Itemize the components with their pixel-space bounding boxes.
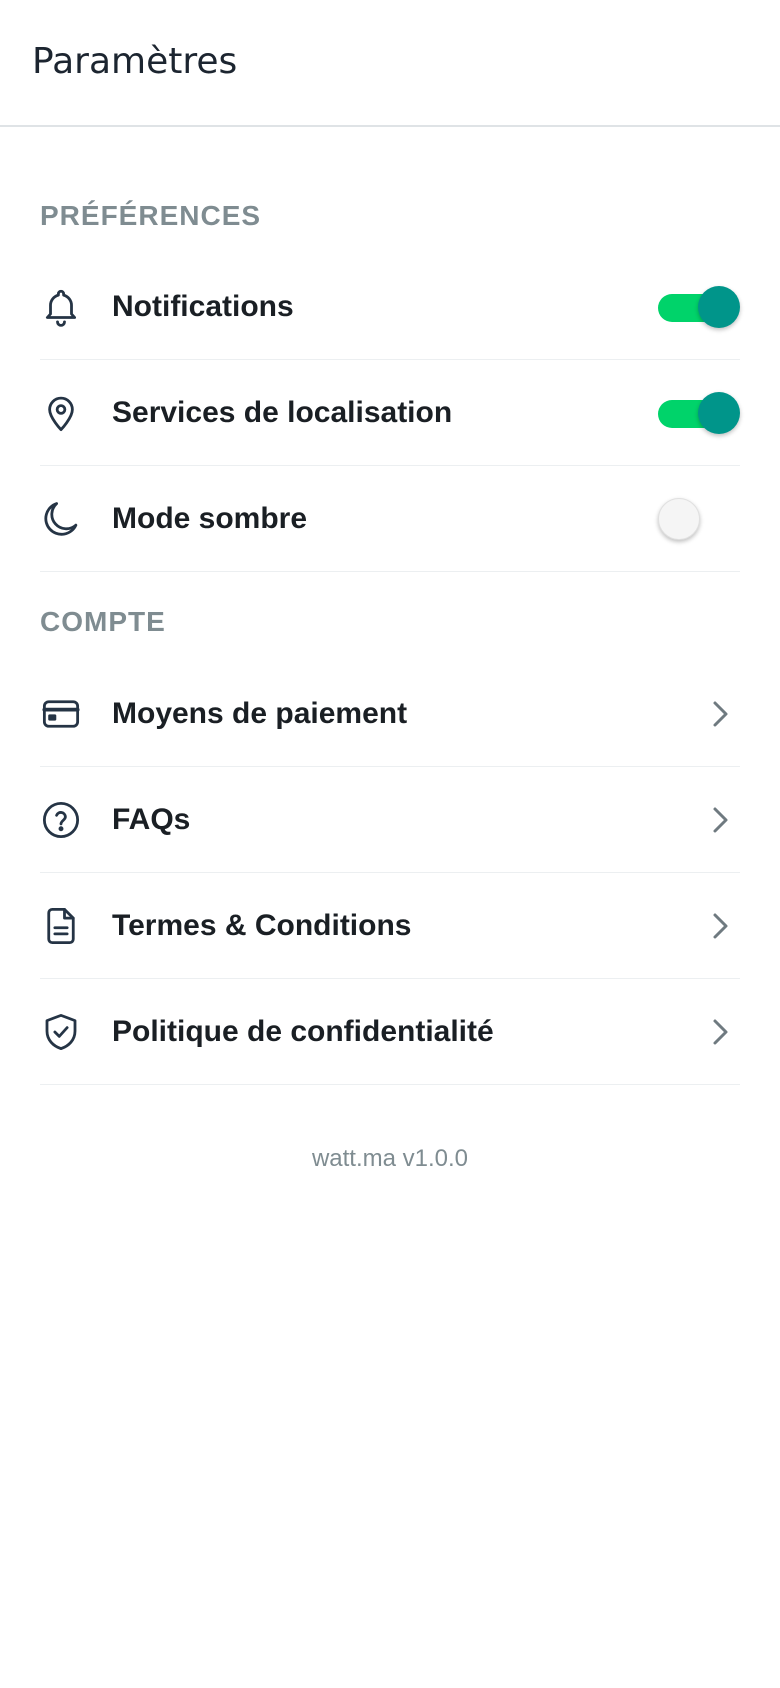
bell-icon [40,286,82,328]
location-toggle[interactable] [658,391,740,435]
toggle-knob [658,497,700,540]
account-row-terms[interactable]: Termes & Conditions [40,873,740,979]
notifications-toggle[interactable] [658,285,740,329]
app-header: Paramètres [0,0,780,127]
account-label: Termes & Conditions [112,908,412,942]
setting-row-notifications[interactable]: Notifications [40,254,740,360]
account-row-payment[interactable]: Moyens de paiement [40,661,740,767]
account-row-faqs[interactable]: FAQs [40,767,740,873]
setting-row-location[interactable]: Services de localisation [40,360,740,466]
settings-screen: Paramètres PRÉFÉRENCES Notifications Ser… [0,0,780,1688]
dark-mode-toggle[interactable] [658,497,700,541]
shield-check-icon [40,1011,82,1053]
document-icon [40,905,82,947]
chevron-right-icon [708,698,732,730]
toggle-knob [698,285,740,328]
setting-label: Mode sombre [112,501,308,535]
chevron-right-icon [708,1016,732,1048]
page-title: Paramètres [32,41,238,82]
app-version: watt.ma v1.0.0 [311,1145,469,1172]
chevron-right-icon [708,804,732,836]
account-label: Politique de confidentialité [112,1014,494,1048]
account-list: Moyens de paiement FAQs Termes & Conditi… [40,661,740,1085]
setting-label: Notifications [112,289,294,323]
setting-row-dark-mode[interactable]: Mode sombre [40,466,740,572]
preferences-list: Notifications Services de localisation M… [40,254,740,572]
section-title-account: COMPTE [40,606,166,637]
chevron-right-icon [708,910,732,942]
toggle-knob [698,391,740,434]
help-circle-icon [40,799,82,841]
section-title-preferences: PRÉFÉRENCES [40,200,262,231]
account-label: FAQs [112,802,191,836]
account-row-privacy[interactable]: Politique de confidentialité [40,979,740,1085]
account-label: Moyens de paiement [112,696,408,730]
map-pin-icon [40,392,82,434]
setting-label: Services de localisation [112,395,453,429]
moon-icon [40,498,82,540]
credit-card-icon [40,693,82,735]
